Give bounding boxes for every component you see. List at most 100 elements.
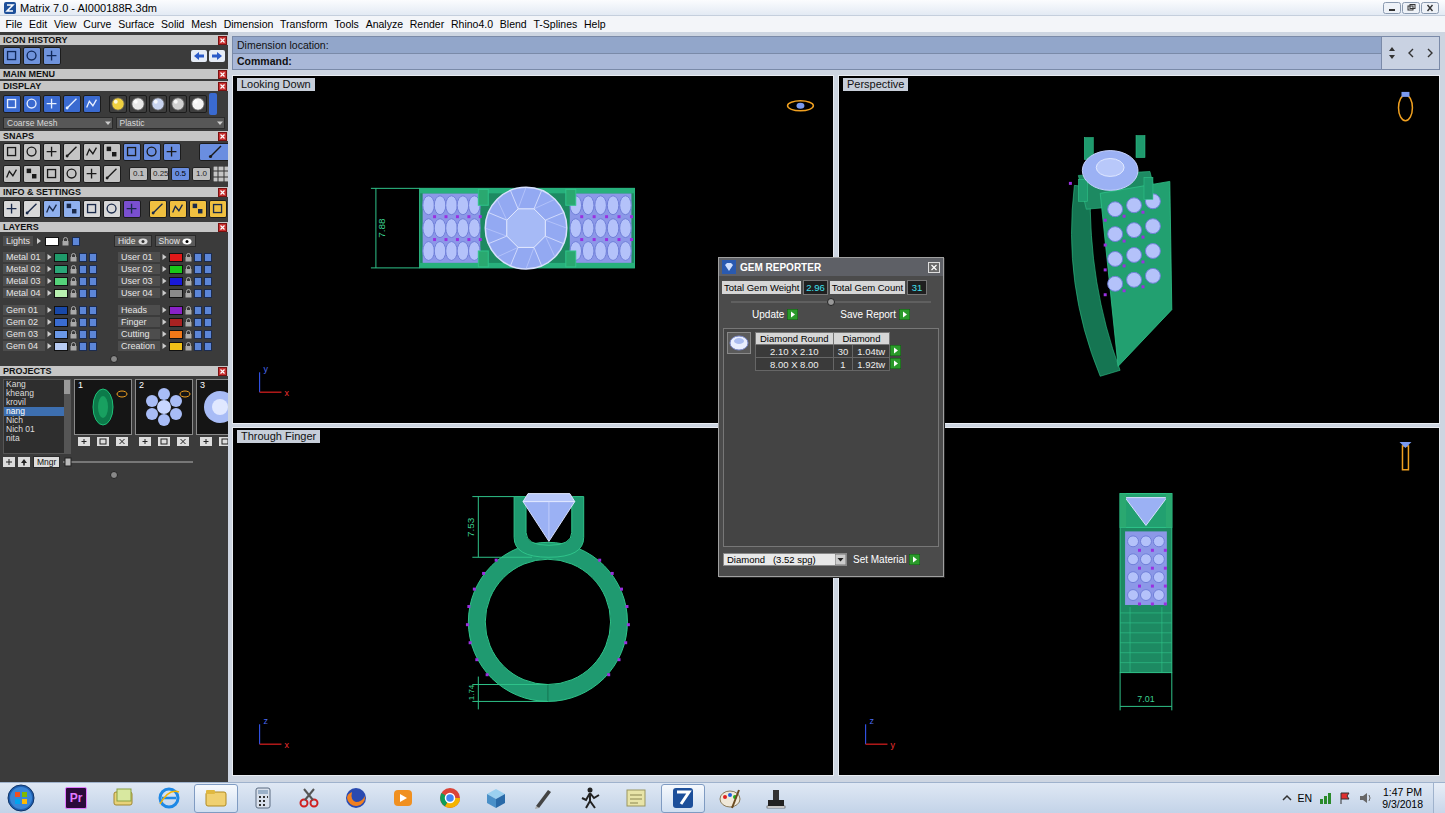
save-report-button[interactable]: Save Report [840, 309, 910, 320]
close-icon[interactable] [1421, 2, 1439, 14]
expand-arrow-icon[interactable] [162, 289, 167, 297]
taskbar-app[interactable] [194, 784, 238, 813]
forward-arrow-icon[interactable] [209, 50, 225, 62]
taskbar-app[interactable] [661, 784, 705, 813]
snap-toggle-icon[interactable] [103, 165, 121, 183]
select-box[interactable] [204, 265, 212, 274]
layer-row[interactable]: Gem 01 [3, 304, 110, 316]
visibility-box[interactable] [79, 306, 87, 315]
menu-item[interactable]: View [51, 17, 80, 31]
taskbar-app[interactable] [754, 784, 798, 813]
snap-toggle-icon[interactable] [83, 143, 101, 161]
lock-icon[interactable] [185, 289, 192, 298]
display-mode-icon[interactable] [3, 95, 21, 113]
layer-color-swatch[interactable] [169, 318, 183, 327]
display-mode-icon[interactable] [43, 95, 61, 113]
settings-tool-icon[interactable] [209, 200, 227, 218]
expand-arrow-icon[interactable] [47, 277, 52, 285]
add-icon[interactable] [139, 437, 151, 446]
lock-icon[interactable] [185, 306, 192, 315]
scroll-knob-icon[interactable] [109, 355, 119, 363]
viewport-label[interactable]: Perspective [843, 78, 908, 91]
viewport-label[interactable]: Looking Down [237, 78, 315, 91]
project-thumbnail[interactable]: 1 [74, 379, 132, 454]
expand-arrow-icon[interactable] [47, 318, 52, 326]
expand-arrow-icon[interactable] [47, 342, 52, 350]
go-arrow-icon[interactable] [890, 358, 901, 369]
taskbar-app[interactable] [428, 784, 472, 813]
layer-color-swatch[interactable] [169, 277, 183, 286]
close-icon[interactable] [218, 188, 227, 197]
snap-step-button[interactable]: 0.1 [129, 167, 148, 181]
manager-button[interactable]: Mngr [33, 456, 60, 468]
restore-icon[interactable] [1402, 2, 1420, 14]
show-desktop-button[interactable] [1433, 783, 1445, 813]
snap-toggle-icon[interactable] [143, 143, 161, 161]
taskbar-app[interactable] [287, 784, 331, 813]
select-box[interactable] [204, 306, 212, 315]
snap-toggle-icon[interactable] [63, 143, 81, 161]
settings-tool-icon[interactable] [169, 200, 187, 218]
expand-arrow-icon[interactable] [47, 253, 52, 261]
lock-icon[interactable] [62, 237, 69, 246]
project-item[interactable]: Nich [4, 416, 64, 425]
visibility-box[interactable] [194, 277, 202, 286]
select-box[interactable] [204, 277, 212, 286]
menu-item[interactable]: Render [406, 17, 447, 31]
layer-row[interactable]: User 03 [118, 275, 225, 287]
select-box[interactable] [204, 330, 212, 339]
select-box[interactable] [89, 330, 97, 339]
network-icon[interactable] [1318, 791, 1332, 805]
expand-arrow-icon[interactable] [47, 330, 52, 338]
volume-icon[interactable] [1358, 791, 1372, 805]
show-hidden-icons-icon[interactable] [1282, 793, 1292, 803]
taskbar-app[interactable] [334, 784, 378, 813]
menu-item[interactable]: Edit [26, 17, 51, 31]
layer-row[interactable]: Gem 04 [3, 340, 110, 352]
scroll-updown-icon[interactable] [1388, 46, 1396, 60]
add-icon[interactable] [200, 437, 212, 446]
taskbar-app[interactable] [708, 784, 752, 813]
snap-step-button[interactable]: 0.5 [171, 167, 190, 181]
select-box[interactable] [204, 289, 212, 298]
update-button[interactable]: Update [752, 309, 798, 320]
go-arrow-icon[interactable] [890, 345, 901, 356]
layer-color-swatch[interactable] [54, 253, 68, 262]
select-box[interactable] [89, 253, 97, 262]
action-center-icon[interactable] [1338, 791, 1352, 805]
select-box[interactable] [204, 253, 212, 262]
snap-toggle-icon[interactable] [63, 165, 81, 183]
menu-item[interactable]: Mesh [188, 17, 220, 31]
select-box[interactable] [89, 289, 97, 298]
show-button[interactable]: Show [155, 235, 196, 247]
project-item[interactable]: Nich 01 [4, 425, 64, 434]
visibility-box[interactable] [79, 330, 87, 339]
expand-arrow-icon[interactable] [47, 306, 52, 314]
start-button-icon[interactable] [2, 783, 40, 813]
layer-row[interactable]: Gem 03 [3, 328, 110, 340]
layer-row[interactable]: User 02 [118, 263, 225, 275]
menu-item[interactable]: T-Splines [530, 17, 581, 31]
lock-icon[interactable] [70, 253, 77, 262]
snap-toggle-icon[interactable] [3, 143, 21, 161]
layer-row[interactable]: Metal 01 [3, 251, 110, 263]
hide-button[interactable]: Hide [114, 235, 151, 247]
menu-item[interactable]: File [2, 17, 26, 31]
settings-tool-icon[interactable] [23, 200, 41, 218]
gem-row[interactable]: 8.00 X 8.0011.92tw [756, 358, 902, 371]
close-icon[interactable] [218, 36, 227, 45]
display-bar-icon[interactable] [209, 93, 217, 115]
project-thumbnail[interactable]: 2 [135, 379, 193, 454]
taskbar-app[interactable] [614, 784, 658, 813]
shading-sphere-icon[interactable] [129, 95, 147, 113]
layer-row[interactable]: Metal 04 [3, 287, 110, 299]
snap-step-button[interactable]: 0.25 [150, 167, 169, 181]
project-item[interactable]: nang [4, 407, 64, 416]
layer-color-swatch[interactable] [54, 277, 68, 286]
menu-item[interactable]: Rhino4.0 [448, 17, 497, 31]
expand-arrow-icon[interactable] [36, 237, 42, 245]
expand-arrow-icon[interactable] [162, 265, 167, 273]
scroll-thumb-icon[interactable] [64, 380, 70, 394]
splitter-knob-icon[interactable] [731, 298, 931, 306]
visibility-box[interactable] [79, 265, 87, 274]
